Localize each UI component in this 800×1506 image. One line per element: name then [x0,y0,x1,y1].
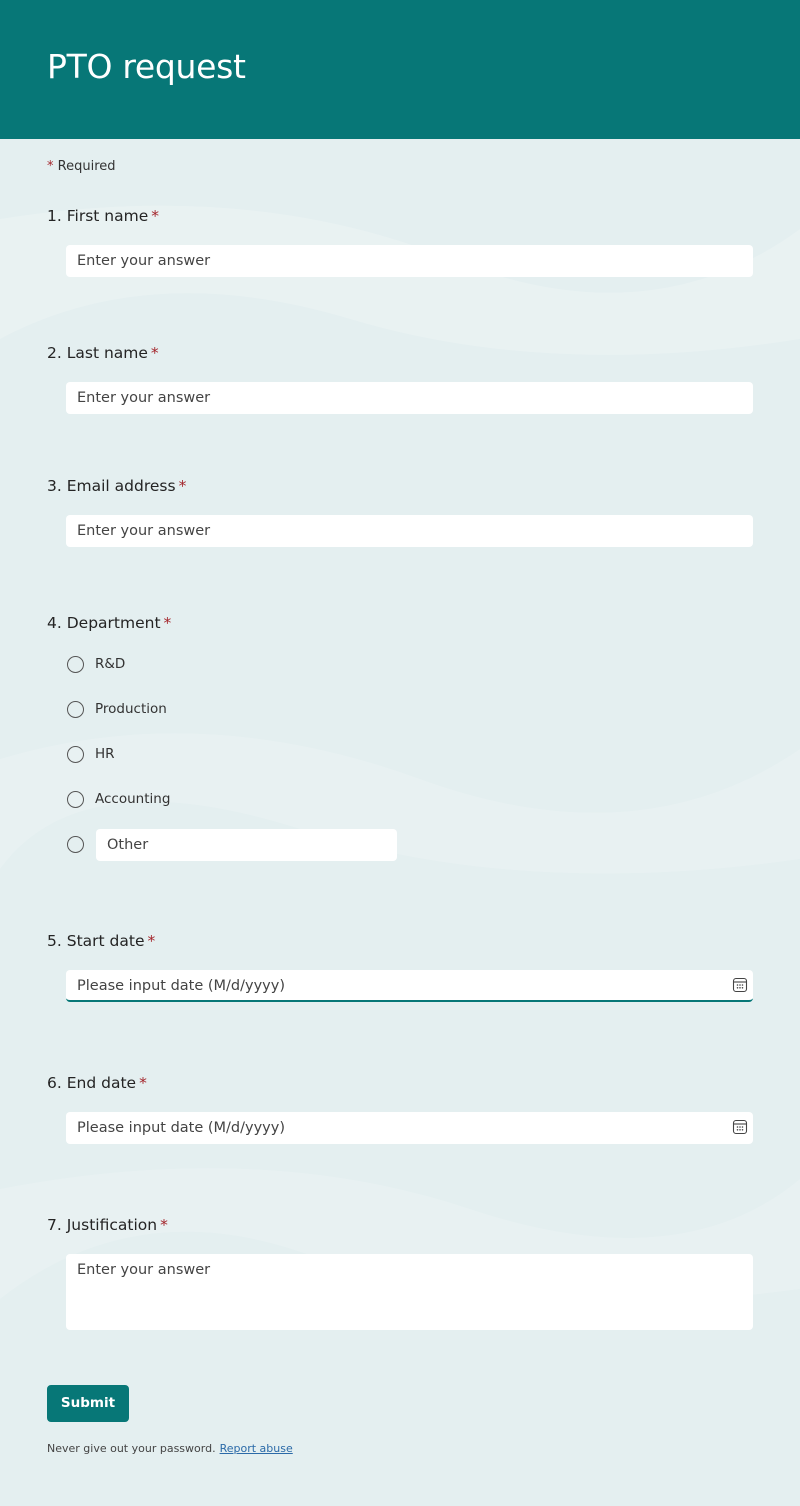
question-number: 7. [47,1216,62,1234]
required-star: * [151,207,159,225]
radio-label: Accounting [95,791,171,807]
required-star: * [160,1216,168,1234]
submit-button[interactable]: Submit [47,1385,129,1422]
radio-button[interactable] [67,835,84,853]
question-4-title: 4. Department * [47,614,171,632]
radio-option-rnd[interactable]: R&D [67,653,125,675]
required-star: * [163,614,172,632]
report-abuse-link[interactable]: Report abuse [220,1442,293,1455]
question-label: Last name [66,344,148,362]
required-star: * [139,1074,147,1092]
radio-button[interactable] [67,745,84,763]
radio-button[interactable] [67,700,84,718]
required-star: * [178,477,187,495]
question-1-title: 1. First name * [47,207,159,225]
last-name-input[interactable]: Enter your answer [66,382,753,414]
first-name-input[interactable]: Enter your answer [66,245,753,277]
question-label: Department [66,614,161,632]
question-3-title: 3. Email address * [47,477,186,495]
radio-option-other[interactable] [67,833,84,855]
question-number: 3. [47,477,62,495]
form-title: PTO request [47,47,246,86]
radio-option-hr[interactable]: HR [67,743,115,765]
justification-textarea[interactable]: Enter your answer [66,1254,753,1330]
date-placeholder: Please input date (M/d/yyyy) [77,1120,285,1136]
radio-button[interactable] [67,655,84,673]
required-star: * [47,159,54,174]
start-date-input[interactable]: Please input date (M/d/yyyy) [66,970,753,1002]
required-star: * [147,932,156,950]
required-label: Required [57,159,116,174]
question-label: Justification [66,1216,158,1234]
footer: Never give out your password. Report abus… [47,1442,293,1455]
question-6-title: 6. End date * [47,1074,147,1092]
calendar-icon[interactable] [732,1119,748,1135]
question-number: 4. [47,614,62,632]
email-input[interactable]: Enter your answer [66,515,753,547]
question-number: 1. [47,207,62,225]
calendar-icon[interactable] [732,977,748,993]
radio-option-accounting[interactable]: Accounting [67,788,170,810]
date-placeholder: Please input date (M/d/yyyy) [77,978,285,994]
question-number: 2. [47,344,62,362]
question-number: 6. [47,1074,62,1092]
question-7-title: 7. Justification * [47,1216,168,1234]
question-label: End date [66,1074,137,1092]
radio-label: R&D [95,656,126,672]
other-input[interactable]: Other [96,829,397,861]
required-star: * [150,344,159,362]
required-note: * Required [47,159,116,174]
radio-button[interactable] [67,790,84,808]
question-number: 5. [47,932,62,950]
question-5-title: 5. Start date * [47,932,155,950]
end-date-input[interactable]: Please input date (M/d/yyyy) [66,1112,753,1144]
question-label: Start date [66,932,145,950]
footer-text: Never give out your password. [47,1442,216,1455]
radio-option-production[interactable]: Production [67,698,167,720]
form-header: PTO request [0,0,800,139]
radio-label: HR [95,746,115,762]
question-label: Email address [66,477,176,495]
question-2-title: 2. Last name * [47,344,159,362]
radio-label: Production [95,701,167,717]
question-label: First name [66,207,149,225]
